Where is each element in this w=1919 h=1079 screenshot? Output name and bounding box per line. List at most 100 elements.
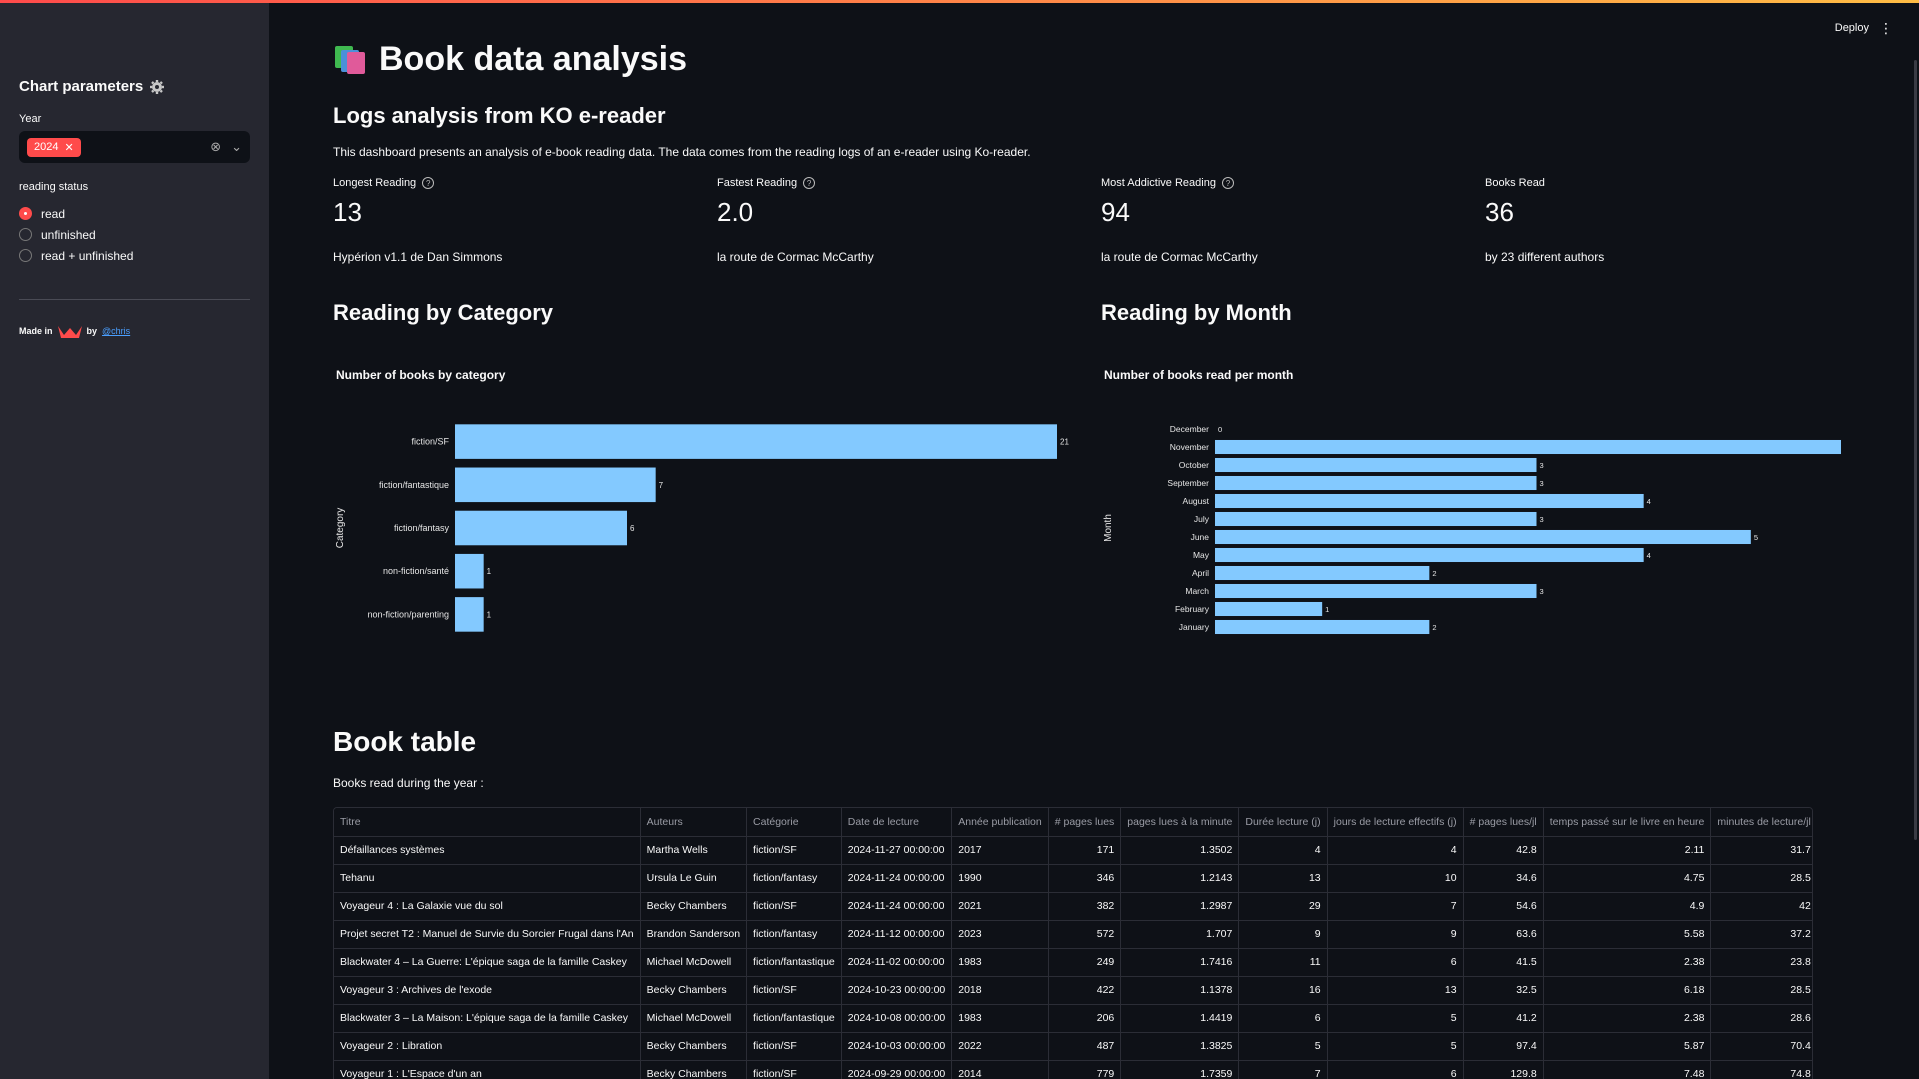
table-cell[interactable]: fiction/SF — [746, 1032, 842, 1061]
table-cell[interactable]: 382 — [1048, 892, 1122, 921]
table-cell[interactable]: 2024-11-24 00:00:00 — [841, 892, 953, 921]
column-header[interactable]: Durée lecture (j) — [1238, 808, 1328, 837]
table-cell[interactable]: 54.6 — [1463, 892, 1544, 921]
bar[interactable] — [455, 510, 627, 546]
table-row[interactable]: Blackwater 3 – La Maison: L'épique saga … — [334, 1004, 1812, 1033]
table-cell[interactable]: 37.2 — [1710, 920, 1812, 949]
column-header[interactable]: pages lues à la minute — [1120, 808, 1240, 837]
table-cell[interactable]: 9 — [1238, 920, 1328, 949]
bar[interactable] — [455, 597, 484, 632]
table-cell[interactable]: fiction/fantastique — [746, 1004, 842, 1033]
table-cell[interactable]: 23.8 — [1710, 948, 1812, 977]
table-cell[interactable]: 31.7 — [1710, 836, 1812, 865]
table-cell[interactable]: 42 — [1710, 892, 1812, 921]
bar[interactable] — [1215, 583, 1537, 599]
table-cell[interactable]: 7 — [1327, 892, 1464, 921]
table-cell[interactable]: 2.38 — [1543, 1004, 1712, 1033]
year-multiselect[interactable]: 2024 ✕ ⊗ ⌄ — [19, 131, 250, 163]
table-cell[interactable]: Michael McDowell — [640, 948, 748, 977]
table-cell[interactable]: 6.18 — [1543, 976, 1712, 1005]
table-cell[interactable]: 249 — [1048, 948, 1122, 977]
chevron-down-icon[interactable]: ⌄ — [231, 139, 242, 155]
table-row[interactable]: Voyageur 4 : La Galaxie vue du sol Becky … — [334, 892, 1812, 921]
table-cell[interactable]: 206 — [1048, 1004, 1122, 1033]
table-cell[interactable]: 1.3825 — [1120, 1032, 1240, 1061]
radio-read[interactable]: read — [19, 203, 133, 224]
table-cell[interactable]: 32.5 — [1463, 976, 1544, 1005]
table-cell[interactable]: 7.48 — [1543, 1060, 1712, 1079]
table-cell[interactable]: 29 — [1238, 892, 1328, 921]
year-chip[interactable]: 2024 ✕ — [27, 137, 81, 157]
column-header[interactable]: # pages lues — [1048, 808, 1122, 837]
table-cell[interactable]: 346 — [1048, 864, 1122, 893]
page-scrollbar[interactable] — [1914, 60, 1917, 840]
table-cell[interactable]: 1.2987 — [1120, 892, 1240, 921]
table-cell[interactable]: 2024-09-29 00:00:00 — [841, 1060, 953, 1079]
table-cell[interactable]: 28.6 — [1710, 1004, 1812, 1033]
table-cell[interactable]: 42.8 — [1463, 836, 1544, 865]
clear-all-icon[interactable]: ⊗ — [210, 139, 221, 155]
bar[interactable] — [1215, 439, 1841, 455]
deploy-button[interactable]: Deploy — [1835, 22, 1869, 34]
table-cell[interactable]: 1.7359 — [1120, 1060, 1240, 1079]
table-cell[interactable]: 2018 — [951, 976, 1049, 1005]
help-icon[interactable]: ? — [803, 177, 816, 189]
table-cell[interactable]: 2024-11-24 00:00:00 — [841, 864, 953, 893]
table-cell[interactable]: 97.4 — [1463, 1032, 1544, 1061]
column-header[interactable]: minutes de lecture/jl — [1710, 808, 1812, 837]
table-cell[interactable]: 2024-10-03 00:00:00 — [841, 1032, 953, 1061]
radio-dot-selected[interactable] — [19, 207, 32, 220]
table-cell[interactable]: Tehanu — [334, 864, 641, 893]
table-cell[interactable]: 28.5 — [1710, 864, 1812, 893]
table-cell[interactable]: 2024-11-12 00:00:00 — [841, 920, 953, 949]
table-cell[interactable]: 28.5 — [1710, 976, 1812, 1005]
table-cell[interactable]: 5.87 — [1543, 1032, 1712, 1061]
column-header[interactable]: Titre — [334, 808, 641, 837]
table-cell[interactable]: 4.9 — [1543, 892, 1712, 921]
table-cell[interactable]: 2024-11-27 00:00:00 — [841, 836, 953, 865]
radio-dot[interactable] — [19, 249, 32, 262]
radio-dot[interactable] — [19, 228, 32, 241]
table-cell[interactable]: 11 — [1238, 948, 1328, 977]
table-row[interactable]: Voyageur 2 : Libration Becky Chambers fict… — [334, 1032, 1812, 1061]
table-cell[interactable]: 2017 — [951, 836, 1049, 865]
bar[interactable] — [1215, 547, 1644, 563]
table-cell[interactable]: 129.8 — [1463, 1060, 1544, 1079]
table-cell[interactable]: 41.5 — [1463, 948, 1544, 977]
table-cell[interactable]: 6 — [1238, 1004, 1328, 1033]
table-cell[interactable]: Brandon Sanderson — [640, 920, 748, 949]
table-cell[interactable]: 13 — [1238, 864, 1328, 893]
table-cell[interactable]: 13 — [1327, 976, 1464, 1005]
table-cell[interactable]: 4.75 — [1543, 864, 1712, 893]
kebab-menu-icon[interactable]: ⋮ — [1879, 20, 1893, 37]
table-cell[interactable]: 63.6 — [1463, 920, 1544, 949]
table-cell[interactable]: fiction/SF — [746, 836, 842, 865]
table-row[interactable]: Blackwater 4 – La Guerre: L'épique saga … — [334, 948, 1812, 977]
column-header[interactable]: Date de lecture — [841, 808, 953, 837]
table-cell[interactable]: 1990 — [951, 864, 1049, 893]
table-cell[interactable]: 5.58 — [1543, 920, 1712, 949]
bar[interactable] — [1215, 529, 1751, 545]
table-cell[interactable]: fiction/SF — [746, 892, 842, 921]
table-cell[interactable]: 1983 — [951, 1004, 1049, 1033]
table-cell[interactable]: 41.2 — [1463, 1004, 1544, 1033]
table-cell[interactable]: 7 — [1238, 1060, 1328, 1079]
table-cell[interactable]: 9 — [1327, 920, 1464, 949]
table-cell[interactable]: 16 — [1238, 976, 1328, 1005]
column-header[interactable]: Année publication — [951, 808, 1049, 837]
bar[interactable] — [1215, 565, 1430, 581]
table-cell[interactable]: 5 — [1238, 1032, 1328, 1061]
help-icon[interactable]: ? — [1221, 177, 1234, 189]
table-cell[interactable]: fiction/SF — [746, 976, 842, 1005]
table-cell[interactable]: fiction/fantastique — [746, 948, 842, 977]
table-cell[interactable]: Défaillances systèmes — [334, 836, 641, 865]
author-link[interactable]: @chris — [102, 326, 130, 336]
table-cell[interactable]: 572 — [1048, 920, 1122, 949]
table-cell[interactable]: 2024-10-08 00:00:00 — [841, 1004, 953, 1033]
table-cell[interactable]: Voyageur 2 : Libration — [334, 1032, 641, 1061]
column-header[interactable]: Auteurs — [640, 808, 748, 837]
table-cell[interactable]: 2023 — [951, 920, 1049, 949]
table-cell[interactable]: 1.707 — [1120, 920, 1240, 949]
table-cell[interactable]: 5 — [1327, 1004, 1464, 1033]
table-cell[interactable]: 422 — [1048, 976, 1122, 1005]
